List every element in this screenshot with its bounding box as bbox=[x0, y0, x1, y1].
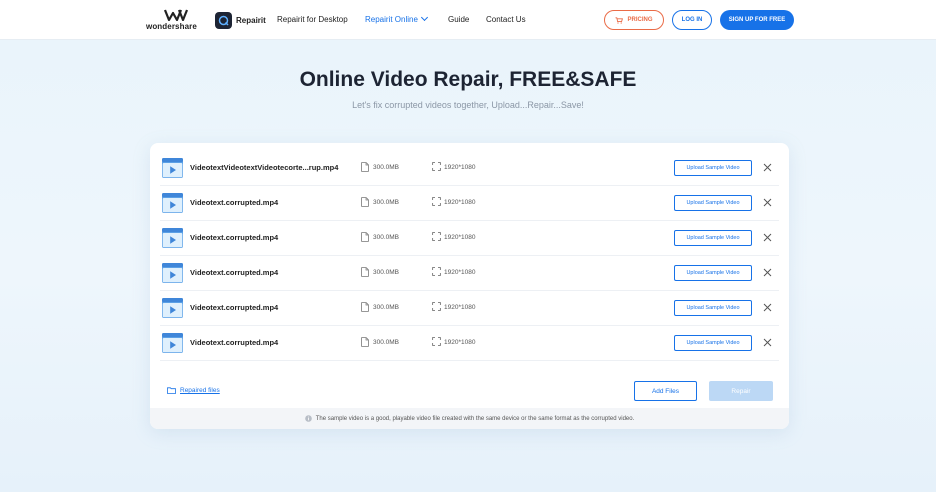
file-name: Videotext.corrupted.mp4 bbox=[190, 268, 279, 277]
resolution-icon bbox=[432, 162, 441, 171]
file-size: 300.0MB bbox=[373, 234, 400, 241]
cart-icon bbox=[615, 16, 624, 24]
file-row: Videotext.corrupted.mp4 300.0MB 1920*108… bbox=[160, 186, 779, 221]
nav-repairit-desktop[interactable]: Repairit for Desktop bbox=[277, 15, 348, 24]
file-resolution: 1920*1080 bbox=[444, 234, 476, 241]
close-icon[interactable] bbox=[763, 338, 772, 347]
upload-sample-video-button[interactable]: Upload Sample Video bbox=[674, 265, 752, 281]
video-file-icon bbox=[162, 333, 183, 353]
pricing-button[interactable]: PRICING bbox=[604, 10, 664, 30]
file-icon bbox=[361, 162, 369, 172]
page-title: Online Video Repair, FREE&SAFE bbox=[299, 68, 637, 91]
file-name: VideotextVideotextVideotecorte...rup.mp4 bbox=[190, 163, 339, 172]
wondershare-logo[interactable]: wondershare bbox=[146, 9, 208, 33]
upload-sample-video-button[interactable]: Upload Sample Video bbox=[674, 195, 752, 211]
folder-icon bbox=[167, 387, 176, 394]
file-name: Videotext.corrupted.mp4 bbox=[190, 198, 279, 207]
resolution-icon bbox=[432, 302, 441, 311]
file-resolution: 1920*1080 bbox=[444, 339, 476, 346]
repairit-logo[interactable]: Repairit bbox=[215, 11, 266, 29]
repair-button[interactable]: Repair bbox=[709, 381, 773, 401]
close-icon[interactable] bbox=[763, 303, 772, 312]
file-size: 300.0MB bbox=[373, 269, 400, 276]
file-row: VideotextVideotextVideotecorte...rup.mp4… bbox=[160, 151, 779, 186]
file-row: Videotext.corrupted.mp4 300.0MB 1920*108… bbox=[160, 221, 779, 256]
sample-video-note: The sample video is a good, playable vid… bbox=[150, 408, 789, 429]
repaired-files-label: Repaired files bbox=[180, 387, 220, 394]
nav-repairit-online[interactable]: Repairit Online bbox=[365, 13, 428, 24]
file-icon bbox=[361, 337, 369, 347]
nav-guide[interactable]: Guide bbox=[448, 15, 469, 24]
file-icon bbox=[361, 267, 369, 277]
file-size: 300.0MB bbox=[373, 199, 400, 206]
file-icon bbox=[361, 197, 369, 207]
wondershare-wordmark: wondershare bbox=[146, 22, 197, 31]
info-icon bbox=[304, 415, 312, 422]
video-file-icon bbox=[162, 298, 183, 318]
file-resolution: 1920*1080 bbox=[444, 199, 476, 206]
upload-sample-video-button[interactable]: Upload Sample Video bbox=[674, 230, 752, 246]
file-resolution: 1920*1080 bbox=[444, 269, 476, 276]
file-icon bbox=[361, 302, 369, 312]
pricing-label: PRICING bbox=[627, 17, 653, 23]
login-button[interactable]: LOG IN bbox=[672, 10, 712, 30]
close-icon[interactable] bbox=[763, 233, 772, 242]
sample-video-note-text: The sample video is a good, playable vid… bbox=[315, 415, 635, 422]
upload-sample-video-button[interactable]: Upload Sample Video bbox=[674, 160, 752, 176]
upload-sample-video-button[interactable]: Upload Sample Video bbox=[674, 335, 752, 351]
video-file-icon bbox=[162, 193, 183, 213]
close-icon[interactable] bbox=[763, 198, 772, 207]
file-icon bbox=[361, 232, 369, 242]
file-name: Videotext.corrupted.mp4 bbox=[190, 233, 279, 242]
chevron-down-icon bbox=[420, 13, 428, 22]
add-files-button[interactable]: Add Files bbox=[634, 381, 697, 401]
file-resolution: 1920*1080 bbox=[444, 304, 476, 311]
file-row: Videotext.corrupted.mp4 300.0MB 1920*108… bbox=[160, 326, 779, 361]
repaired-files-link[interactable]: Repaired files bbox=[167, 387, 220, 394]
upload-sample-video-button[interactable]: Upload Sample Video bbox=[674, 300, 752, 316]
signup-button[interactable]: SIGN UP FOR FREE bbox=[720, 10, 794, 30]
file-row: Videotext.corrupted.mp4 300.0MB 1920*108… bbox=[160, 256, 779, 291]
file-name: Videotext.corrupted.mp4 bbox=[190, 338, 279, 347]
file-row: Videotext.corrupted.mp4 300.0MB 1920*108… bbox=[160, 291, 779, 326]
file-size: 300.0MB bbox=[373, 164, 400, 171]
resolution-icon bbox=[432, 197, 441, 206]
file-size: 300.0MB bbox=[373, 304, 400, 311]
file-name: Videotext.corrupted.mp4 bbox=[190, 303, 279, 312]
file-resolution: 1920*1080 bbox=[444, 164, 476, 171]
page-subtitle: Let's fix corrupted videos together, Upl… bbox=[352, 100, 584, 110]
close-icon[interactable] bbox=[763, 163, 772, 172]
repairit-app-icon bbox=[215, 11, 232, 29]
resolution-icon bbox=[432, 337, 441, 346]
video-file-icon bbox=[162, 263, 183, 283]
top-header: wondershare Repairit Repairit for Deskto… bbox=[0, 0, 936, 40]
repairit-wordmark: Repairit bbox=[236, 15, 266, 25]
nav-contact-us[interactable]: Contact Us bbox=[486, 15, 526, 24]
resolution-icon bbox=[432, 232, 441, 241]
video-file-icon bbox=[162, 158, 183, 178]
video-file-icon bbox=[162, 228, 183, 248]
resolution-icon bbox=[432, 267, 441, 276]
file-size: 300.0MB bbox=[373, 339, 400, 346]
file-list-card: VideotextVideotextVideotecorte...rup.mp4… bbox=[150, 143, 789, 429]
close-icon[interactable] bbox=[763, 268, 772, 277]
nav-repairit-online-label: Repairit Online bbox=[365, 15, 418, 24]
wondershare-mark-icon bbox=[164, 9, 189, 21]
